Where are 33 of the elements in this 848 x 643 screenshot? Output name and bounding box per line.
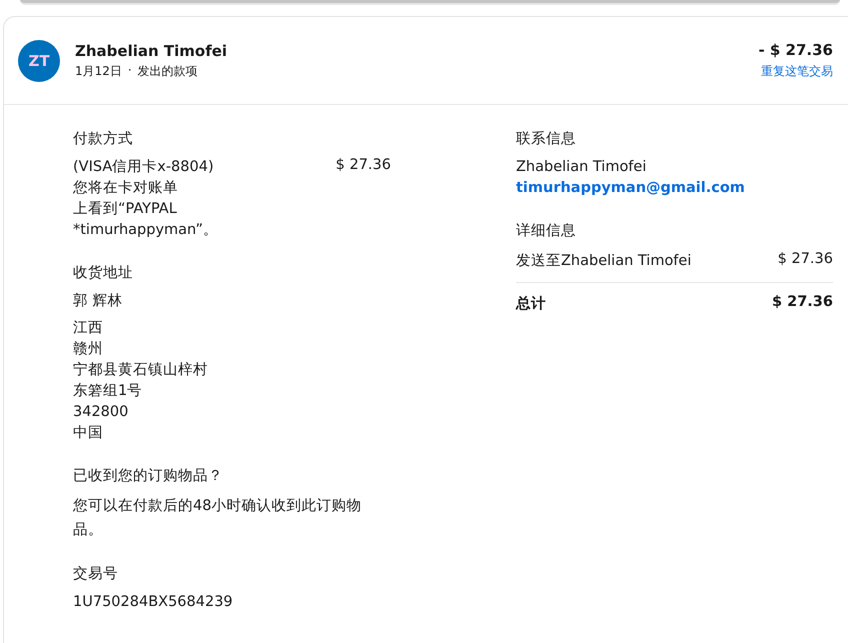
section-heading: 交易号 xyxy=(73,564,119,583)
detail-amount: $ 27.36 xyxy=(778,251,833,269)
contact-name: Zhabelian Timofei xyxy=(516,158,648,177)
address-line: 中国 xyxy=(73,424,104,443)
payment-amount: $ 27.36 xyxy=(336,157,391,173)
address-line: 赣州 xyxy=(73,340,104,359)
repeat-transaction-link[interactable]: 重复这笔交易 xyxy=(761,63,833,80)
transaction-date: 1月12日 xyxy=(75,62,122,80)
transaction-amount: - $ 27.36 xyxy=(758,41,833,59)
email-link[interactable]: timurhappyman@gmail.com xyxy=(516,178,745,199)
section-heading: 联系信息 xyxy=(516,130,577,148)
address-line: 东箬组1号 xyxy=(73,382,144,401)
statement-note: *timurhappyman”。 xyxy=(73,221,218,240)
address-line: 342800 xyxy=(73,403,130,422)
payment-method: (VISA信用卡x-8804) xyxy=(73,158,215,177)
statement-note: 您将在卡对账单 xyxy=(73,179,179,198)
separator: · xyxy=(128,62,132,78)
recipient-name: 郭 辉林 xyxy=(73,292,124,311)
detail-label: 发送至Zhabelian Timofei xyxy=(516,252,692,270)
transaction-id: 1U750284BX5684239 xyxy=(73,593,234,612)
avatar: ZT xyxy=(18,40,60,82)
section-heading: 收货地址 xyxy=(73,264,134,282)
section-heading: 详细信息 xyxy=(516,222,577,240)
section-heading: 已收到您的订购物品？ xyxy=(73,467,224,485)
payee-name: Zhabelian Timofei xyxy=(75,42,228,60)
address-line: 江西 xyxy=(73,319,104,338)
statement-note: 上看到“PAYPAL xyxy=(73,200,178,219)
confirm-text: 您可以在付款后的48小时确认收到此订购物品。 xyxy=(73,497,362,540)
section-heading: 付款方式 xyxy=(73,130,134,148)
total-label: 总计 xyxy=(516,294,546,313)
address-line: 宁都县黄石镇山梓村 xyxy=(73,360,209,380)
total-amount: $ 27.36 xyxy=(772,294,833,312)
transaction-type: 发出的款项 xyxy=(138,62,198,80)
